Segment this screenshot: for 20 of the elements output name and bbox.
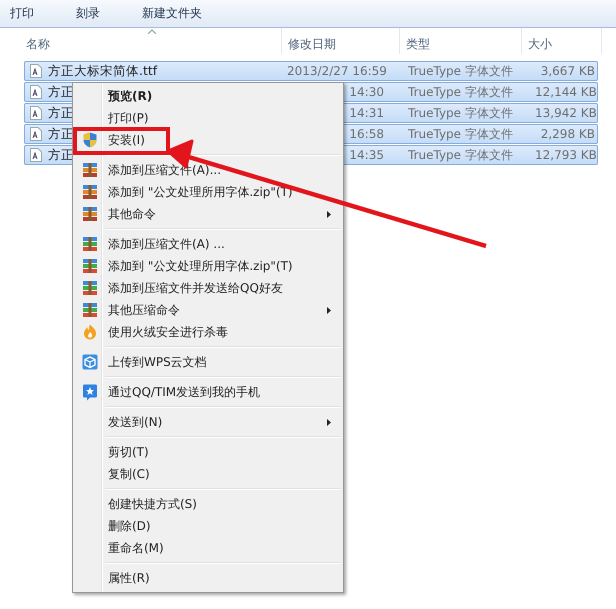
file-type: TrueType 字体文件 [407, 104, 514, 122]
modified-date: 14:35 [348, 148, 384, 162]
modified-date: 16:58 [348, 127, 384, 141]
file-type: TrueType 字体文件 [407, 126, 514, 142]
file-name: 方正 [48, 126, 74, 142]
file-size: 3,667 KB [540, 64, 595, 78]
file-type: TrueType 字体文件 [407, 62, 514, 80]
file-type: TrueType 字体文件 [407, 146, 514, 164]
file-name: 方正 [48, 104, 74, 122]
file-name: 方正大标宋简体.ttf [48, 62, 158, 80]
modified-date: 14:30 [348, 85, 384, 99]
file-size: 12,793 KB [535, 148, 595, 162]
modified-date: 2013/2/27 16:59 [287, 64, 384, 78]
file-size: 12,144 KB [535, 85, 595, 99]
file-type: TrueType 字体文件 [407, 84, 514, 100]
file-size: 13,942 KB [535, 106, 595, 120]
file-name: 方正 [48, 146, 74, 164]
file-size: 2,298 KB [540, 127, 595, 141]
modified-date: 14:31 [348, 106, 384, 120]
file-name: 方正 [48, 84, 74, 100]
